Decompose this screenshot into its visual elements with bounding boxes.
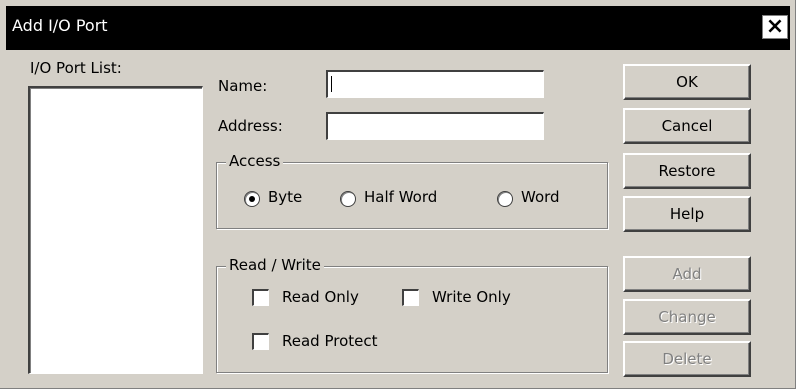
text-caret [331, 76, 332, 92]
checkbox-read-only-label[interactable]: Read Only [282, 288, 359, 306]
window-title: Add I/O Port [12, 16, 108, 35]
cancel-button[interactable]: Cancel [623, 108, 751, 144]
radio-byte[interactable] [244, 191, 260, 207]
read-write-group [216, 266, 608, 373]
name-label: Name: [218, 77, 268, 95]
title-bar[interactable]: Add I/O Port × [6, 6, 790, 50]
checkbox-write-only[interactable] [402, 289, 419, 306]
name-field[interactable] [326, 70, 544, 98]
port-list-label: I/O Port List: [30, 59, 122, 77]
help-button[interactable]: Help [623, 196, 751, 232]
change-button[interactable]: Change [623, 299, 751, 335]
delete-button[interactable]: Delete [623, 341, 751, 377]
checkbox-read-only[interactable] [252, 289, 269, 306]
ok-button[interactable]: OK [623, 64, 751, 100]
address-label: Address: [218, 117, 283, 135]
checkbox-read-protect-label[interactable]: Read Protect [282, 332, 378, 350]
address-field[interactable] [326, 112, 544, 140]
radio-word[interactable] [497, 191, 513, 207]
checkbox-write-only-label[interactable]: Write Only [432, 288, 511, 306]
add-button[interactable]: Add [623, 256, 751, 292]
radio-half-word[interactable] [340, 191, 356, 207]
radio-byte-label[interactable]: Byte [268, 188, 302, 206]
access-legend: Access [226, 152, 284, 170]
port-list[interactable] [28, 86, 203, 374]
read-write-legend: Read / Write [226, 256, 324, 274]
add-io-port-dialog: Add I/O Port × I/O Port List: Name: Addr… [0, 0, 796, 389]
checkbox-read-protect[interactable] [252, 333, 269, 350]
radio-selected-dot [249, 196, 255, 202]
radio-half-word-label[interactable]: Half Word [364, 188, 437, 206]
restore-button[interactable]: Restore [623, 153, 751, 189]
close-button[interactable]: × [762, 15, 788, 39]
radio-word-label[interactable]: Word [521, 188, 560, 206]
